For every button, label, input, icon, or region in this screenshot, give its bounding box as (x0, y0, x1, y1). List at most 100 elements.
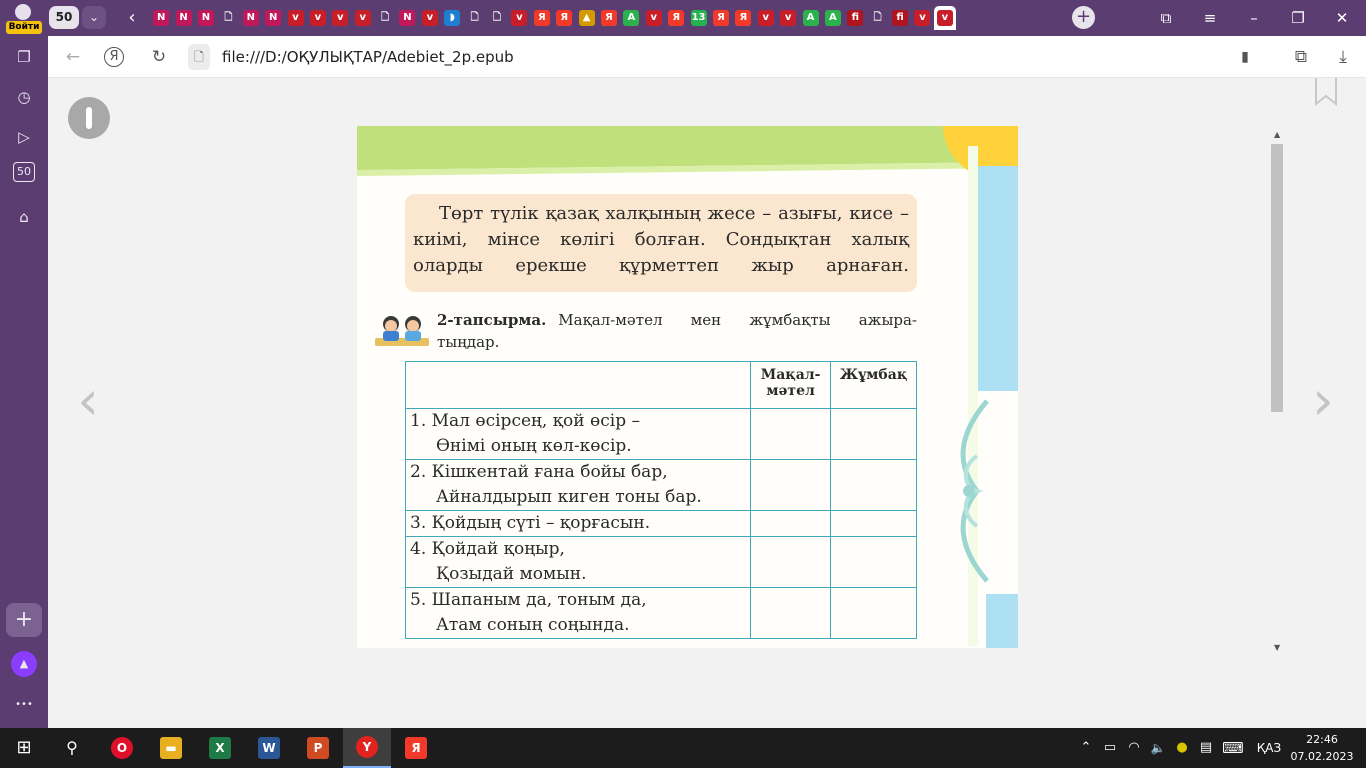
restore-button[interactable]: ❐ (1278, 4, 1318, 32)
search-icon[interactable]: ⚲ (56, 728, 88, 768)
system-clock[interactable]: 22:46 07.02.2023 (1290, 731, 1354, 765)
browser-tab[interactable]: A (799, 6, 821, 30)
taskbar-app[interactable]: P (294, 728, 342, 768)
reader-menu-button[interactable] (68, 97, 110, 139)
back-icon[interactable]: ← (60, 44, 86, 70)
bookmark-ribbon-icon[interactable] (1314, 78, 1338, 106)
riddle-cell[interactable] (830, 536, 917, 588)
close-button[interactable]: ✕ (1322, 4, 1362, 32)
browser-tab[interactable]: fi (889, 6, 911, 30)
proverb-cell[interactable] (750, 459, 832, 511)
scroll-down-icon[interactable]: ▼ (1274, 643, 1280, 652)
browser-tab[interactable]: v (284, 6, 306, 30)
browser-tab[interactable]: v (352, 6, 374, 30)
browser-tab[interactable]: v (777, 6, 799, 30)
profile-button[interactable]: Войти (4, 2, 42, 34)
screenshot-icon[interactable]: ⌂ (9, 202, 39, 232)
browser-tab[interactable]: N (150, 6, 172, 30)
browser-tab[interactable]: N (172, 6, 194, 30)
address-bar[interactable]: 🗋 file:///D:/ОҚУЛЫҚТАР/Adebiet_2p.epub (188, 44, 1238, 70)
browser-tab[interactable]: A (822, 6, 844, 30)
browser-tab[interactable]: 🗋 (374, 6, 396, 30)
taskbar-app[interactable]: O (98, 728, 146, 768)
language-indicator[interactable]: ҚАЗ (1252, 728, 1286, 768)
browser-tab[interactable]: 🗋 (463, 6, 485, 30)
proverb-cell[interactable] (750, 587, 832, 639)
browser-tab[interactable]: 🗋 (867, 6, 889, 30)
browser-tab[interactable]: 13 (687, 6, 709, 30)
browser-tab[interactable]: ▲ (575, 6, 597, 30)
browser-tab[interactable]: N (262, 6, 284, 30)
previous-page-arrow[interactable]: ‹ (73, 373, 103, 429)
browser-tab[interactable]: Я (665, 6, 687, 30)
tab-count-button[interactable]: 50 (49, 6, 79, 29)
media-icon[interactable]: ▷ (9, 122, 39, 152)
new-tab-button[interactable]: + (1072, 6, 1095, 29)
tabs-counter-icon[interactable]: 50 (13, 162, 35, 182)
battery-icon[interactable]: ▭ (1100, 728, 1120, 768)
browser-tab[interactable]: v (911, 6, 933, 30)
browser-tab[interactable]: fi (844, 6, 866, 30)
windows-start-icon[interactable]: ⊞ (8, 728, 40, 768)
collections-icon[interactable]: ❐ (9, 42, 39, 72)
riddle-cell[interactable] (830, 587, 917, 639)
browser-tab[interactable]: v (329, 6, 351, 30)
browser-tab[interactable]: Я (732, 6, 754, 30)
browser-tab[interactable]: Я (598, 6, 620, 30)
table-row: 2. Кішкентай ғана бойы бар, Айналдырып ки… (404, 459, 917, 511)
next-page-arrow[interactable]: › (1308, 373, 1338, 429)
browser-tab[interactable]: 🗋 (486, 6, 508, 30)
browser-tab[interactable]: v (933, 6, 957, 30)
browser-tab[interactable]: 🗋 (217, 6, 239, 30)
browser-tab[interactable]: Я (710, 6, 732, 30)
scroll-up-icon[interactable]: ▲ (1274, 130, 1280, 139)
scroll-thumb[interactable] (1271, 144, 1283, 412)
chevron-down-icon[interactable]: ⌄ (82, 6, 106, 29)
taskbar-app[interactable]: Я (392, 728, 440, 768)
wifi-icon[interactable]: ◠ (1124, 728, 1144, 768)
browser-tab[interactable]: N (195, 6, 217, 30)
more-icon[interactable]: ••• (9, 690, 39, 720)
bookmark-icon[interactable]: ▮ (1232, 44, 1258, 70)
riddle-cell[interactable] (830, 459, 917, 511)
browser-tab[interactable]: v (755, 6, 777, 30)
update-icon[interactable]: ● (1172, 728, 1192, 768)
add-sidebar-item-button[interactable]: + (6, 603, 42, 637)
menu-icon[interactable]: ≡ (1190, 4, 1230, 32)
url-text[interactable]: file:///D:/ОҚУЛЫҚТАР/Adebiet_2p.epub (222, 44, 514, 70)
extensions-icon[interactable]: ⧉ (1288, 44, 1314, 70)
proverb-cell[interactable] (750, 510, 832, 537)
browser-tab[interactable]: v (307, 6, 329, 30)
browser-tab[interactable]: N (396, 6, 418, 30)
bookmarks-panel-icon[interactable]: ⧉ (1146, 4, 1186, 32)
riddle-cell[interactable] (830, 510, 917, 537)
download-icon[interactable]: ⤓ (1330, 44, 1356, 70)
browser-tab[interactable]: ◗ (441, 6, 463, 30)
page-scrollbar[interactable]: ▲ ▼ (1270, 130, 1284, 652)
scroll-tabs-left-icon[interactable]: ‹ (122, 6, 142, 29)
browser-tab[interactable]: v (508, 6, 530, 30)
keyboard-icon[interactable]: ⌨ (1220, 728, 1246, 768)
reload-icon[interactable]: ↻ (146, 44, 172, 70)
taskbar-app[interactable]: W (245, 728, 293, 768)
proverb-cell[interactable] (750, 536, 832, 588)
minimize-button[interactable]: – (1234, 4, 1274, 32)
browser-tab[interactable]: Я (553, 6, 575, 30)
volume-icon[interactable]: 🔈 (1148, 728, 1168, 768)
history-icon[interactable]: ◷ (9, 82, 39, 112)
tray-chevron-icon[interactable]: ⌃ (1076, 728, 1096, 768)
browser-tab[interactable]: N (240, 6, 262, 30)
taskbar-app[interactable]: X (196, 728, 244, 768)
browser-tab[interactable]: Я (531, 6, 553, 30)
proverb-cell[interactable] (750, 408, 832, 460)
notification-icon[interactable]: ▤ (1196, 728, 1216, 768)
browser-tab[interactable]: v (419, 6, 441, 30)
riddle-cell[interactable] (830, 408, 917, 460)
alice-assistant-icon[interactable]: ▲ (11, 651, 37, 677)
taskbar-app[interactable]: Y (343, 728, 391, 768)
browser-tab[interactable]: A (620, 6, 642, 30)
table-header-proverb: Мақал- мәтел (750, 361, 832, 409)
taskbar-app[interactable]: ▬ (147, 728, 195, 768)
yandex-home-icon[interactable]: Я (104, 47, 124, 67)
browser-tab[interactable]: v (643, 6, 665, 30)
